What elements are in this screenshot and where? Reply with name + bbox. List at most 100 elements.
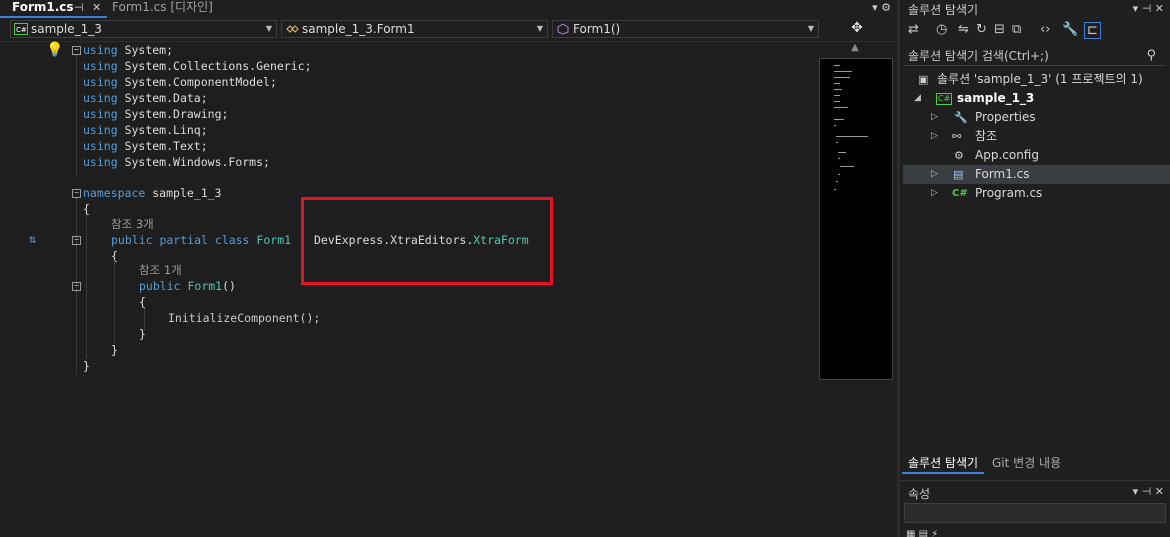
member-name: Form1() — [573, 22, 621, 36]
minimap-line — [838, 174, 840, 175]
code-line: using System.ComponentModel; — [83, 74, 277, 90]
document-tab-strip: Form1.cs ⊣ ✕ Form1.cs [디자인] ▾ ⚙ — [0, 0, 897, 18]
vertical-scrollbar-map[interactable]: ▲ — [817, 42, 897, 537]
code-line: using System.Data; — [83, 90, 208, 106]
pending-changes-filter-icon[interactable]: ◷ — [936, 22, 947, 37]
collapsed-arrow-icon[interactable]: ▷ — [931, 165, 938, 184]
lightbulb-icon[interactable]: 💡 — [46, 42, 63, 58]
minimap-line — [834, 189, 836, 190]
tab-solution-explorer[interactable]: 솔루션 탐색기 — [902, 453, 985, 474]
tab-form1-cs[interactable]: Form1.cs — [0, 0, 107, 18]
scroll-up-arrow-icon[interactable]: ▲ — [845, 42, 865, 54]
tree-item-label: 참조 — [975, 129, 998, 143]
pane-window-controls[interactable]: ▾ ⊣ ✕ — [1133, 2, 1164, 15]
tree-item-project[interactable]: ◢ C# sample_1_3 — [900, 89, 1170, 108]
collapse-toggle[interactable]: − — [72, 282, 81, 291]
tree-item-form1[interactable]: ▷ ▤ Form1.cs — [900, 165, 1170, 184]
tree-item-solution[interactable]: ▣ 솔루션 'sample_1_3' (1 프로젝트의 1) — [900, 70, 1170, 89]
pane-title: 솔루션 탐색기 — [908, 3, 979, 17]
solution-icon: ▣ — [918, 73, 929, 86]
minimap-line — [834, 65, 840, 66]
minimap-line — [838, 158, 840, 159]
tab-git-changes[interactable]: Git 변경 내용 — [986, 453, 1067, 474]
show-all-files-icon[interactable]: ⧉ — [1012, 22, 1021, 37]
namespace-ref: System.Data; — [124, 91, 208, 105]
red-highlight-box — [301, 197, 553, 285]
collapse-all-icon[interactable]: ⊟ — [994, 22, 1005, 37]
config-icon: ⚙ — [954, 149, 964, 162]
code-line: using System; — [83, 42, 173, 58]
tree-item-properties[interactable]: ▷ 🔧 Properties — [900, 108, 1170, 127]
switch-views-icon[interactable]: ⇄ — [908, 22, 919, 37]
expanded-arrow-icon[interactable]: ◢ — [914, 89, 921, 108]
split-editor-icon[interactable]: ✥ — [820, 20, 894, 38]
ctor-name: Form1 — [187, 279, 223, 293]
pane-window-controls[interactable]: ▾ ⊣ ✕ — [1133, 485, 1164, 498]
method-icon — [557, 23, 569, 35]
minimap-line — [834, 107, 848, 108]
minimap-line — [834, 71, 852, 72]
search-icon[interactable]: ⚲ — [1146, 48, 1156, 63]
collapsed-arrow-icon[interactable]: ▷ — [931, 184, 938, 203]
keyword: public partial class — [111, 233, 250, 247]
refresh-icon[interactable]: ↻ — [976, 22, 987, 37]
solution-search-input[interactable]: 솔루션 탐색기 검색(Ctrl+;) — [904, 46, 1166, 66]
keyword: using — [83, 123, 118, 137]
editor-pane: Form1.cs ⊣ ✕ Form1.cs [디자인] ▾ ⚙ C# sampl… — [0, 0, 897, 537]
tree-item-program[interactable]: ▷ C# Program.cs — [900, 184, 1170, 203]
namespace-ref: System.Text; — [124, 139, 208, 153]
tab-form1-designer[interactable]: Form1.cs [디자인] — [108, 0, 268, 18]
pin-tab-icon[interactable]: ⊣ — [74, 0, 84, 16]
code-minimap[interactable] — [819, 58, 893, 380]
tab-label: Form1.cs — [12, 0, 74, 14]
view-code-icon[interactable]: ‹› — [1040, 22, 1050, 37]
class-name: Form1 — [256, 233, 292, 247]
ctor-reference-count[interactable]: 참조 1개 — [139, 262, 182, 278]
collapse-toggle[interactable]: − — [72, 189, 81, 198]
collapse-toggle[interactable]: − — [72, 236, 81, 245]
minimap-line — [836, 181, 838, 182]
collapse-toggle[interactable]: − — [72, 46, 81, 55]
codelens-hint[interactable]: 참조 1개 — [139, 263, 182, 277]
wrench-icon: 🔧 — [954, 111, 968, 124]
collapsed-arrow-icon[interactable]: ▷ — [931, 127, 938, 146]
namespace-ref: System.Windows.Forms; — [124, 155, 270, 169]
keyword: using — [83, 75, 118, 89]
collapsed-arrow-icon[interactable]: ▷ — [931, 108, 938, 127]
tree-item-label: 솔루션 'sample_1_3' (1 프로젝트의 1) — [937, 72, 1143, 86]
member-dropdown[interactable]: Form1() ▼ — [552, 20, 819, 38]
csharp-project-icon: C# — [14, 23, 28, 35]
tree-item-app-config[interactable]: ⚙ App.config — [900, 146, 1170, 165]
preview-selected-icon[interactable]: ⊏ — [1084, 22, 1101, 39]
close-tab-icon[interactable]: ✕ — [92, 0, 101, 16]
keyword: using — [83, 107, 118, 121]
codelens-hint[interactable]: 참조 3개 — [111, 217, 154, 231]
code-editor[interactable]: 💡 ⇅ − using System; using System.Collect… — [0, 42, 817, 537]
class-reference-count[interactable]: 참조 3개 — [111, 216, 154, 232]
chevron-down-icon: ▼ — [807, 24, 814, 33]
method-call: InitializeComponent(); — [168, 311, 321, 325]
object-selector[interactable] — [904, 503, 1166, 523]
tab-overflow-settings[interactable]: ▾ ⚙ — [872, 0, 891, 16]
minimap-line — [838, 152, 846, 153]
minimap-line — [836, 142, 838, 143]
indent-guide — [86, 214, 87, 358]
properties-wrench-icon[interactable]: 🔧 — [1062, 22, 1078, 37]
tree-item-references[interactable]: ▷ ⚯ 참조 — [900, 127, 1170, 146]
minimap-line — [834, 125, 836, 126]
properties-toolbar-icon[interactable]: ▦ ▤ ⚡ — [906, 529, 938, 537]
navigation-bar: C# sample_1_3 ▼ sample_1_3.Form1 ▼ Form1… — [0, 18, 897, 42]
type-dropdown[interactable]: sample_1_3.Form1 ▼ — [281, 20, 548, 38]
override-indicator-icon[interactable]: ⇅ — [29, 232, 36, 246]
namespace-ref: System.Linq; — [124, 123, 208, 137]
parens: () — [222, 279, 236, 293]
keyword: using — [83, 59, 118, 73]
brace: { — [139, 295, 146, 309]
keyword: using — [83, 91, 118, 105]
csharp-file-icon: C# — [952, 188, 968, 199]
chevron-down-icon: ▼ — [265, 24, 272, 33]
code-line: using System.Drawing; — [83, 106, 228, 122]
sync-with-document-icon[interactable]: ⇋ — [958, 22, 969, 37]
keyword: using — [83, 139, 118, 153]
project-dropdown[interactable]: C# sample_1_3 ▼ — [10, 20, 277, 38]
